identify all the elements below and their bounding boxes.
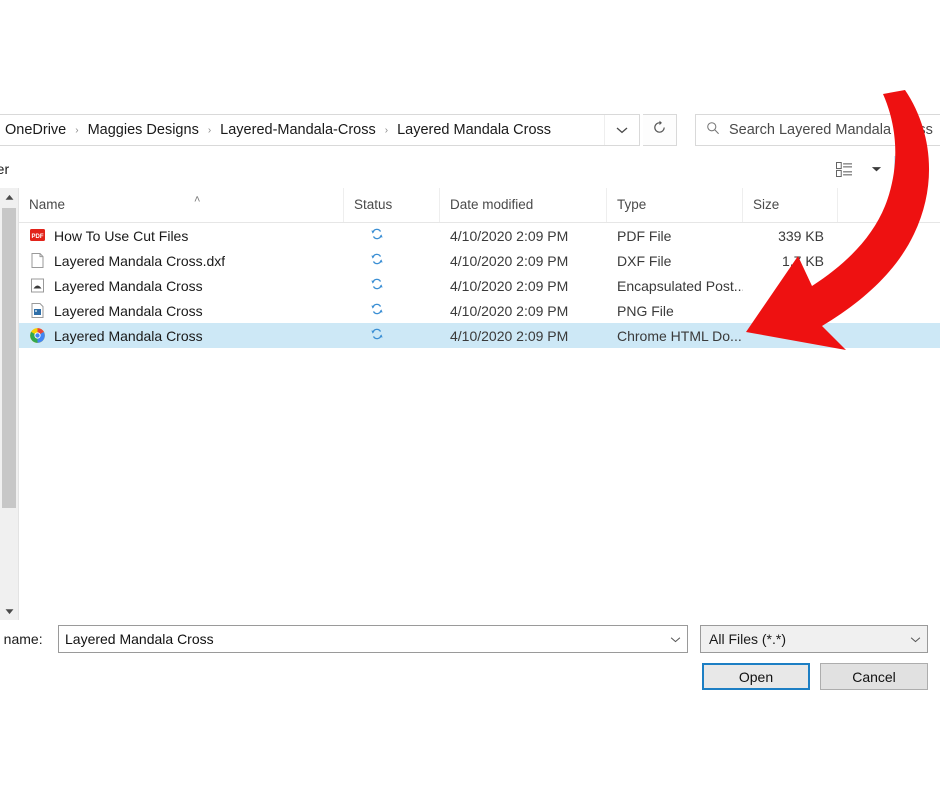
breadcrumb-bar[interactable]: OneDrive › Maggies Designs › Layered-Man… — [0, 114, 640, 146]
column-header-status[interactable]: Status — [344, 188, 440, 222]
status-cell — [344, 277, 440, 294]
sync-icon — [370, 327, 384, 344]
dialog-footer: e name: Layered Mandala Cross All Files … — [0, 620, 940, 692]
file-name-label: Layered Mandala Cross.dxf — [54, 252, 226, 269]
file-name-chevron-down-icon[interactable] — [663, 626, 687, 652]
file-type-cell: Encapsulated Post... — [617, 277, 743, 294]
column-header-date-modified[interactable]: Date modified — [440, 188, 607, 222]
sync-icon — [370, 252, 384, 269]
new-folder-button[interactable]: older — [0, 161, 9, 177]
file-name-cell[interactable]: Layered Mandala Cross — [19, 302, 344, 319]
generic-file-icon — [29, 252, 46, 269]
file-name-label: Layered Mandala Cross — [54, 302, 203, 319]
file-list: Name ˄ Status Date modified Type Size PD… — [19, 188, 940, 620]
sort-ascending-icon: ˄ — [194, 194, 201, 206]
column-header-type[interactable]: Type — [607, 188, 743, 222]
file-type-filter-dropdown[interactable]: All Files (*.*) — [700, 625, 928, 653]
pdf-file-icon: PDF — [29, 227, 46, 244]
file-name-label: How To Use Cut Files — [54, 227, 189, 244]
status-cell — [344, 227, 440, 244]
table-row[interactable]: Layered Mandala Cross 4/10/2020 2:09 PM … — [19, 273, 940, 298]
file-type-filter-value: All Files (*.*) — [709, 631, 787, 647]
refresh-button[interactable] — [643, 114, 677, 146]
file-size-cell: 1,7 KB — [781, 252, 824, 269]
sync-icon — [370, 277, 384, 294]
table-row[interactable]: Layered Mandala Cross 4/10/2020 2:09 PM … — [19, 298, 940, 323]
search-icon — [706, 121, 720, 140]
breadcrumb-separator: › — [207, 124, 212, 136]
address-bar: OneDrive › Maggies Designs › Layered-Man… — [0, 108, 940, 152]
file-name-input[interactable]: Layered Mandala Cross — [58, 625, 688, 653]
column-header-name[interactable]: Name ˄ — [19, 188, 344, 222]
cancel-button[interactable]: Cancel — [820, 663, 928, 690]
file-name-cell[interactable]: PDF How To Use Cut Files — [19, 227, 344, 244]
date-modified-cell: 4/10/2020 2:09 PM — [450, 327, 569, 344]
chrome-file-icon — [29, 327, 46, 344]
file-name-label: Layered Mandala Cross — [54, 277, 203, 294]
svg-text:PDF: PDF — [32, 234, 44, 240]
file-name-cell[interactable]: Layered Mandala Cross.dxf — [19, 252, 344, 269]
scrollbar-thumb[interactable] — [2, 208, 16, 508]
refresh-icon — [652, 120, 667, 140]
file-type-cell: PDF File — [617, 227, 672, 244]
status-cell — [344, 302, 440, 319]
date-modified-cell: 4/10/2020 2:09 PM — [450, 252, 569, 269]
scroll-down-icon[interactable] — [0, 602, 18, 620]
breadcrumb-item-current[interactable]: Layered Mandala Cross — [395, 120, 553, 140]
date-modified-cell: 4/10/2020 2:09 PM — [450, 227, 569, 244]
file-type-cell: DXF File — [617, 252, 672, 269]
file-name-label-text: e name: — [0, 631, 43, 647]
view-list-icon[interactable] — [830, 156, 858, 182]
png-file-icon — [29, 302, 46, 319]
file-size-cell: 339 KB — [778, 227, 824, 244]
column-header-spacer — [838, 188, 940, 222]
preview-pane-icon[interactable] — [894, 156, 922, 182]
breadcrumb-item-layered-mandala-cross-folder[interactable]: Layered-Mandala-Cross — [218, 120, 378, 140]
table-row[interactable]: Layered Mandala Cross.dxf 4/10/2020 2:09… — [19, 248, 940, 273]
search-input[interactable]: Search Layered Mandala Cross — [695, 114, 940, 146]
command-bar: older — [0, 152, 940, 189]
search-placeholder: Search Layered Mandala Cross — [729, 122, 933, 138]
breadcrumb: OneDrive › Maggies Designs › Layered-Man… — [0, 120, 604, 140]
breadcrumb-separator: › — [384, 124, 389, 136]
filter-chevron-down-icon[interactable] — [903, 626, 927, 652]
eps-file-icon — [29, 277, 46, 294]
column-header-size[interactable]: Size — [743, 188, 838, 222]
table-row[interactable]: Layered Mandala Cross 4/10/2020 2:09 PM … — [19, 323, 940, 348]
view-controls — [830, 156, 922, 182]
view-dropdown-chevron-down-icon[interactable] — [862, 156, 890, 182]
file-name-cell[interactable]: Layered Mandala Cross — [19, 327, 344, 344]
status-cell — [344, 327, 440, 344]
navigation-scrollbar[interactable] — [0, 188, 19, 620]
file-type-cell: PNG File — [617, 302, 674, 319]
table-row[interactable]: PDF How To Use Cut Files 4/10/2020 2:09 … — [19, 223, 940, 248]
breadcrumb-separator: › — [75, 124, 79, 136]
column-header-name-label: Name — [29, 197, 66, 212]
file-name-input-value: Layered Mandala Cross — [65, 631, 214, 647]
breadcrumb-item-onedrive[interactable]: OneDrive — [3, 120, 68, 140]
chevron-down-icon[interactable] — [604, 115, 639, 145]
date-modified-cell: 4/10/2020 2:09 PM — [450, 302, 569, 319]
sync-icon — [370, 227, 384, 244]
file-name-label: Layered Mandala Cross — [54, 327, 203, 344]
file-open-dialog: OneDrive › Maggies Designs › Layered-Man… — [0, 108, 940, 692]
file-type-cell: Chrome HTML Do... — [617, 327, 742, 344]
date-modified-cell: 4/10/2020 2:09 PM — [450, 277, 569, 294]
status-cell — [344, 252, 440, 269]
file-name-cell[interactable]: Layered Mandala Cross — [19, 277, 344, 294]
file-list-header: Name ˄ Status Date modified Type Size — [19, 188, 940, 223]
sync-icon — [370, 302, 384, 319]
breadcrumb-item-maggies-designs[interactable]: Maggies Designs — [86, 120, 201, 140]
scroll-up-icon[interactable] — [0, 188, 18, 206]
open-button[interactable]: Open — [702, 663, 810, 690]
